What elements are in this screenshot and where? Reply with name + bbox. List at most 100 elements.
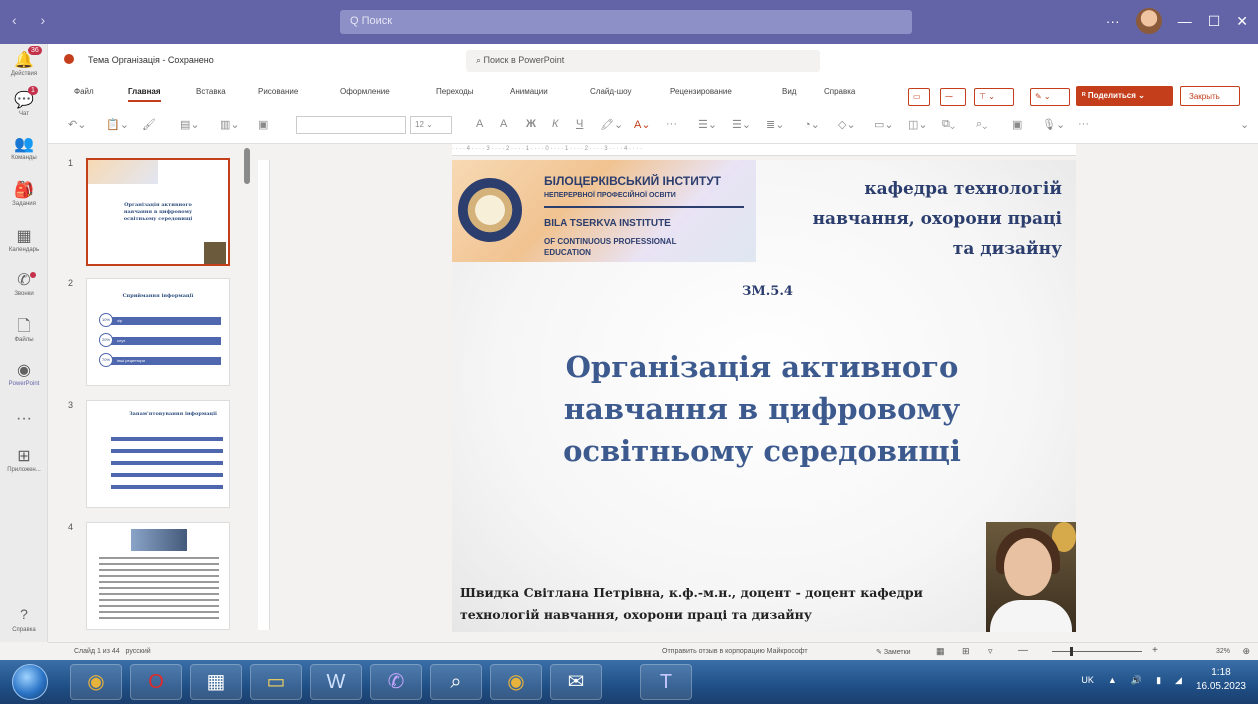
volume-icon[interactable]: 🔊 <box>1131 675 1142 686</box>
expand-ribbon-icon[interactable]: ⌄ <box>1240 118 1249 131</box>
numbering-icon[interactable]: ☰⌄ <box>732 118 751 131</box>
designer-icon[interactable]: ▣ <box>1012 118 1022 131</box>
language-indicator[interactable]: русский <box>126 648 151 655</box>
chrome-taskbar-icon-2[interactable]: ◉ <box>490 664 542 700</box>
italic-icon[interactable]: К <box>552 118 558 130</box>
normal-view-icon[interactable]: ▦ <box>936 646 945 657</box>
tab-help[interactable]: Справка <box>824 87 855 96</box>
language-indicator[interactable]: UK <box>1081 675 1094 685</box>
undo-icon[interactable]: ↶⌄ <box>68 118 86 131</box>
grow-font-icon[interactable]: A <box>476 118 483 130</box>
slide-canvas[interactable]: БІЛОЦЕРКІВСЬКИЙ ІНСТИТУТ НЕПЕРЕРВНОЇ ПРО… <box>452 160 1076 632</box>
opera-taskbar-icon[interactable]: O <box>130 664 182 700</box>
notes-button[interactable]: ✎ Заметки <box>876 648 911 656</box>
reading-view-icon[interactable]: ▿ <box>988 646 993 657</box>
shrink-font-icon[interactable]: A <box>500 118 507 130</box>
format-painter-icon[interactable]: 🖌 <box>142 118 156 131</box>
calculator-taskbar-icon[interactable]: ▦ <box>190 664 242 700</box>
dictate-icon[interactable]: 🎙⌄ <box>1042 118 1065 131</box>
rail-item-powerpoint[interactable]: ◉ PowerPoint <box>0 362 48 387</box>
font-family-select[interactable] <box>296 116 406 134</box>
zoom-slider[interactable] <box>1052 651 1142 652</box>
teams-search-input[interactable]: Q Поиск <box>340 10 912 34</box>
zoom-slider-thumb[interactable] <box>1070 647 1073 656</box>
zoom-level[interactable]: 32% <box>1216 648 1230 655</box>
more-font-icon[interactable]: ··· <box>666 118 677 130</box>
font-size-select[interactable]: 12 ⌄ <box>410 116 452 134</box>
picture-icon[interactable]: ▣ <box>258 118 268 131</box>
tab-slideshow[interactable]: Слайд-шоу <box>590 87 631 96</box>
tab-home[interactable]: Главная <box>128 87 161 102</box>
feedback-link[interactable]: Отправить отзыв в корпорацию Майкрософт <box>662 648 808 655</box>
tab-view[interactable]: Вид <box>782 87 796 96</box>
rail-item-teams[interactable]: 👥 Команды <box>0 136 48 161</box>
minimize-button[interactable]: — <box>1178 13 1192 29</box>
editing-mode-button[interactable]: ✎ ⌄ <box>1030 88 1070 106</box>
tab-transitions[interactable]: Переходы <box>436 87 474 96</box>
find-icon[interactable]: ⌕⌄ <box>976 118 987 131</box>
chrome-taskbar-icon[interactable]: ◉ <box>70 664 122 700</box>
tab-draw[interactable]: Рисование <box>258 87 298 96</box>
more-tools-icon[interactable]: ··· <box>1078 118 1089 130</box>
rail-item-activity[interactable]: 🔔 36 Действия <box>0 46 48 77</box>
slide-thumbnail-3[interactable]: Запам'ятовування інформації <box>86 400 230 508</box>
close-document-button[interactable]: Закрыть <box>1180 86 1240 106</box>
explorer-taskbar-icon[interactable]: ▭ <box>250 664 302 700</box>
tab-animations[interactable]: Анимации <box>510 87 548 96</box>
rail-item-apps[interactable]: ⊞ Приложен... <box>0 448 48 473</box>
document-title[interactable]: Тема Організація - Сохранено <box>88 55 214 65</box>
rail-item-assignments[interactable]: 🎒 Задания <box>0 182 48 207</box>
rail-item-files[interactable]: 🗋 Файлы <box>0 318 48 343</box>
rail-item-calls[interactable]: ✆ Звонки <box>0 272 48 297</box>
zoom-out-icon[interactable]: — <box>1018 645 1028 656</box>
zoom-in-icon[interactable]: + <box>1152 645 1158 656</box>
help-button[interactable]: ? Справка <box>8 606 40 634</box>
fit-slide-icon[interactable]: ⊕ <box>1242 646 1250 657</box>
layout-icon[interactable]: ▥⌄ <box>220 118 240 131</box>
bold-icon[interactable]: Ж <box>526 118 536 130</box>
slide-sorter-icon[interactable]: ⊞ <box>962 646 970 657</box>
bullets-icon[interactable]: ☰⌄ <box>698 118 717 131</box>
present-button[interactable]: ⊤ ⌄ <box>974 88 1014 106</box>
shape-outline-icon[interactable]: ▭⌄ <box>874 118 894 131</box>
shapes-icon[interactable]: ◔⌄ <box>804 118 820 131</box>
duplicate-icon[interactable]: ⧉⌄ <box>942 118 955 131</box>
viber-taskbar-icon[interactable]: ✆ <box>370 664 422 700</box>
magnifier-taskbar-icon[interactable]: ⌕ <box>430 664 482 700</box>
battery-icon[interactable]: ◢ <box>1175 675 1182 686</box>
font-color-icon[interactable]: A⌄ <box>634 118 651 131</box>
app-taskbar-icon[interactable]: ✉ <box>550 664 602 700</box>
tab-design[interactable]: Оформление <box>340 87 390 96</box>
nav-arrows[interactable]: ‹ › <box>12 12 55 28</box>
maximize-button[interactable]: ☐ <box>1208 13 1221 30</box>
tab-insert[interactable]: Вставка <box>196 87 226 96</box>
highlight-icon[interactable]: 🖍⌄ <box>600 118 623 131</box>
arrange-icon[interactable]: ◫⌄ <box>908 118 928 131</box>
catch-up-button[interactable]: ⁓ <box>940 88 966 106</box>
start-button[interactable] <box>12 664 48 700</box>
rail-item-chat[interactable]: 💬 1 Чат <box>0 86 48 117</box>
clock[interactable]: 1:18 16.05.2023 <box>1196 666 1246 694</box>
avatar[interactable] <box>1135 8 1162 34</box>
share-button[interactable]: ᴿ Поделиться ⌄ <box>1076 86 1173 106</box>
teams-taskbar-icon[interactable]: T <box>640 664 692 700</box>
paste-icon[interactable]: 📋⌄ <box>106 118 129 131</box>
comments-button[interactable]: ▭ <box>908 88 930 106</box>
close-window-button[interactable]: ✕ <box>1236 13 1248 30</box>
word-taskbar-icon[interactable]: W <box>310 664 362 700</box>
align-icon[interactable]: ≣⌄ <box>766 118 784 131</box>
slide-thumbnail-2[interactable]: Сприймання інформації зір 10% слух 20% і… <box>86 278 230 386</box>
tab-file[interactable]: Файл <box>74 87 94 96</box>
underline-icon[interactable]: Ч <box>576 118 583 130</box>
shape-fill-icon[interactable]: ◇⌄ <box>838 118 856 131</box>
tab-review[interactable]: Рецензирование <box>670 87 732 96</box>
ppt-search-input[interactable]: ⌕ Поиск в PowerPoint <box>466 50 820 72</box>
show-hidden-icon[interactable]: ▲ <box>1108 675 1117 685</box>
more-options-button[interactable]: ··· <box>1106 13 1120 29</box>
rail-item-more[interactable]: ··· <box>0 410 48 428</box>
new-slide-icon[interactable]: ▤⌄ <box>180 118 200 131</box>
rail-item-calendar[interactable]: ▦ Календарь <box>0 228 48 253</box>
slide-thumbnail-4[interactable] <box>86 522 230 630</box>
slide-thumbnail-1[interactable]: Організація активного навчання в цифрово… <box>86 158 230 266</box>
network-icon[interactable]: ▮ <box>1156 675 1161 686</box>
